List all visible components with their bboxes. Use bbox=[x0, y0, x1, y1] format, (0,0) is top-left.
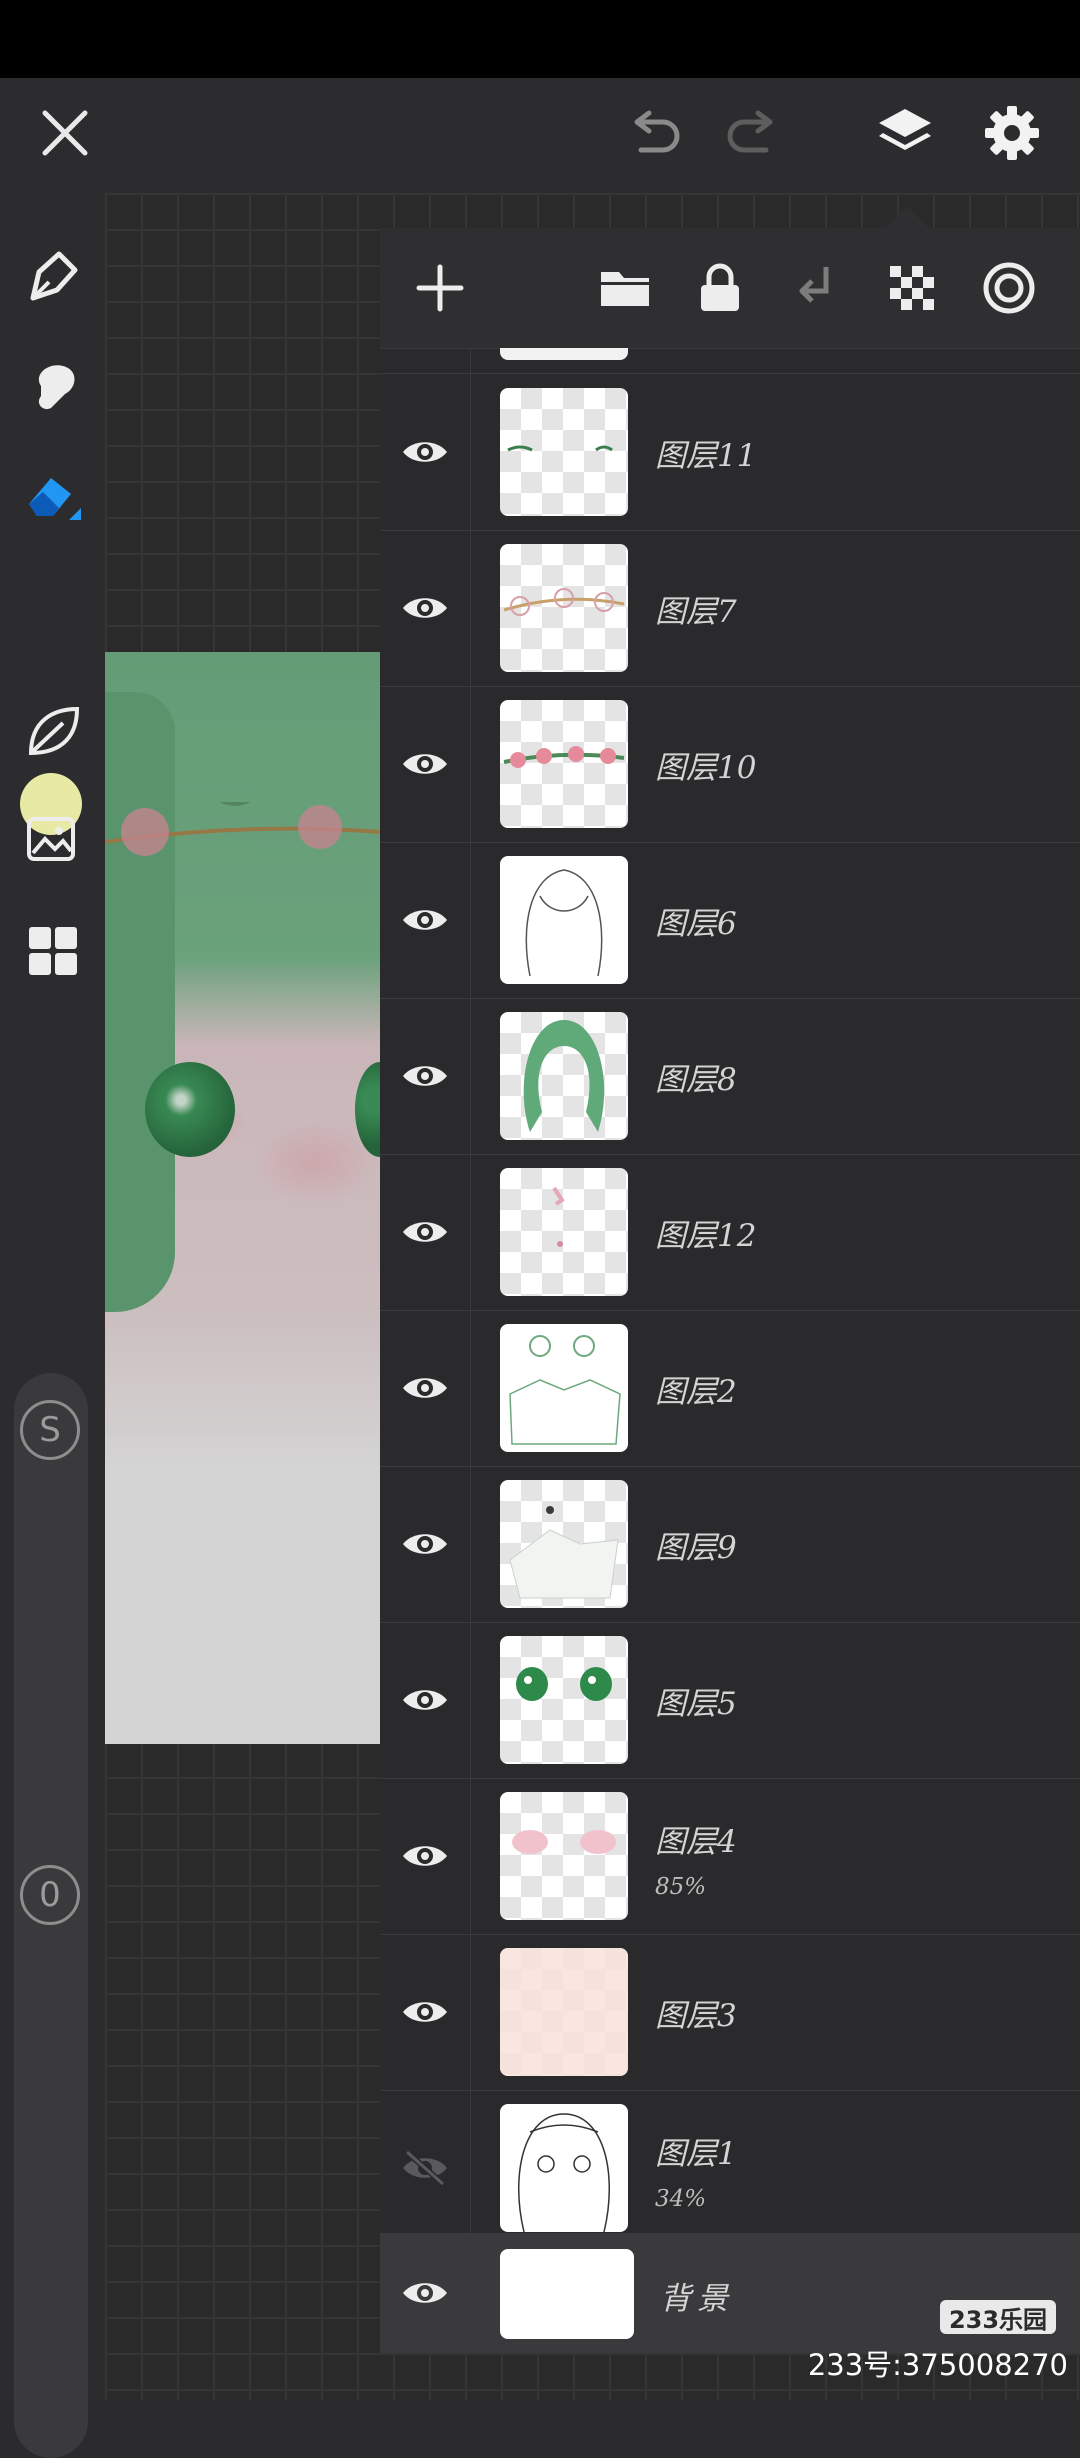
layer-thumbnail bbox=[500, 2104, 628, 2232]
eye-icon[interactable] bbox=[380, 1622, 470, 1778]
status-bar bbox=[0, 0, 1080, 78]
undo-icon[interactable] bbox=[620, 98, 690, 168]
layer-row[interactable]: 图层11 bbox=[380, 374, 1080, 531]
eye-icon[interactable] bbox=[380, 842, 470, 998]
merge-down-icon[interactable] bbox=[780, 253, 850, 323]
layer-thumbnail bbox=[500, 1480, 628, 1608]
layer-row[interactable]: 图层6 bbox=[380, 842, 1080, 999]
layer-thumbnail bbox=[500, 1636, 628, 1764]
layer-name: 图层10 bbox=[655, 750, 757, 786]
eye-icon[interactable] bbox=[380, 1310, 470, 1466]
layer-name: 图层5 bbox=[655, 1686, 737, 1722]
layer-thumbnail-partial bbox=[500, 348, 628, 360]
layer-name: 图层6 bbox=[655, 906, 737, 942]
target-icon[interactable] bbox=[974, 253, 1044, 323]
artwork-hair bbox=[105, 692, 175, 1312]
layer-row[interactable]: 背景 bbox=[380, 2233, 1080, 2353]
close-icon[interactable] bbox=[30, 98, 100, 168]
panel-pointer bbox=[885, 206, 929, 228]
layer-row[interactable]: 图层12 bbox=[380, 1154, 1080, 1311]
layer-opacity: 85% bbox=[655, 1874, 707, 1900]
image-icon[interactable] bbox=[15, 803, 90, 878]
layer-name: 图层11 bbox=[655, 438, 757, 474]
smudge-icon[interactable] bbox=[15, 348, 90, 423]
layer-thumbnail bbox=[500, 544, 628, 672]
pen-icon[interactable] bbox=[15, 238, 90, 313]
checkerboard-icon[interactable] bbox=[877, 253, 947, 323]
layer-name: 图层8 bbox=[655, 1062, 737, 1098]
layer-row[interactable]: 图层7 bbox=[380, 530, 1080, 687]
brush-size-badge: S bbox=[20, 1400, 80, 1460]
layers-icon[interactable] bbox=[868, 96, 942, 170]
layer-name: 图层4 bbox=[655, 1824, 737, 1860]
grid-icon[interactable] bbox=[15, 913, 90, 988]
eraser-icon[interactable] bbox=[15, 458, 90, 533]
brush-opacity-badge: 0 bbox=[20, 1865, 80, 1925]
layer-row[interactable]: 图层2 bbox=[380, 1310, 1080, 1467]
eye-icon[interactable] bbox=[380, 1466, 470, 1622]
layer-row[interactable]: 图层10 bbox=[380, 686, 1080, 843]
layer-name: 图层1 bbox=[655, 2136, 737, 2172]
layers-panel: 图层11 图层7 图层10 图层6 图层8 图层12 图层2 图层9 图层5 图… bbox=[380, 228, 1080, 2353]
layer-thumbnail bbox=[500, 2249, 634, 2339]
watermark-logo: 233乐园 bbox=[940, 2300, 1056, 2334]
artwork-eye bbox=[355, 1062, 380, 1157]
lock-icon[interactable] bbox=[685, 253, 755, 323]
layer-row[interactable]: 图层4 85% bbox=[380, 1778, 1080, 1935]
redo-icon[interactable] bbox=[717, 98, 787, 168]
layer-name: 图层9 bbox=[655, 1530, 737, 1566]
eye-icon[interactable] bbox=[380, 998, 470, 1154]
artwork-flower-crown bbox=[105, 802, 380, 856]
eye-icon[interactable] bbox=[380, 530, 470, 686]
layer-thumbnail bbox=[500, 1012, 628, 1140]
layer-thumbnail bbox=[500, 1168, 628, 1296]
top-toolbar bbox=[0, 78, 1080, 193]
eye-icon[interactable] bbox=[380, 1154, 470, 1310]
left-toolbar: S 0 bbox=[0, 193, 105, 2458]
watermark-id: 233号:375008270 bbox=[807, 2348, 1068, 2382]
eye-icon[interactable] bbox=[380, 686, 470, 842]
eye-icon[interactable] bbox=[380, 2233, 470, 2353]
artwork-eye bbox=[145, 1062, 235, 1157]
layer-opacity: 34% bbox=[655, 2186, 707, 2212]
layer-row[interactable]: 图层1 34% bbox=[380, 2090, 1080, 2247]
gear-icon[interactable] bbox=[975, 96, 1049, 170]
layer-thumbnail bbox=[500, 388, 628, 516]
layer-name: 图层3 bbox=[655, 1998, 737, 2034]
eye-icon[interactable] bbox=[380, 374, 470, 530]
layer-row[interactable]: 图层9 bbox=[380, 1466, 1080, 1623]
layer-thumbnail bbox=[500, 1948, 628, 2076]
eye-icon[interactable] bbox=[380, 1934, 470, 2090]
layer-row[interactable]: 图层3 bbox=[380, 1934, 1080, 2091]
artwork-canvas[interactable] bbox=[105, 652, 380, 1744]
layer-row[interactable]: 图层8 bbox=[380, 998, 1080, 1155]
folder-icon[interactable] bbox=[590, 253, 660, 323]
layer-name: 图层2 bbox=[655, 1374, 737, 1410]
layer-name: 背景 bbox=[660, 2281, 734, 2317]
leaf-icon[interactable] bbox=[15, 693, 90, 768]
layer-row[interactable]: 图层5 bbox=[380, 1622, 1080, 1779]
layers-panel-toolbar bbox=[380, 228, 1080, 349]
layer-thumbnail bbox=[500, 1324, 628, 1452]
eye-hidden-icon[interactable] bbox=[380, 2090, 470, 2246]
layer-thumbnail bbox=[500, 856, 628, 984]
layer-thumbnail bbox=[500, 700, 628, 828]
layer-name: 图层7 bbox=[655, 594, 737, 630]
plus-icon[interactable] bbox=[405, 253, 475, 323]
layer-name: 图层12 bbox=[655, 1218, 757, 1254]
layer-thumbnail bbox=[500, 1792, 628, 1920]
eye-icon[interactable] bbox=[380, 1778, 470, 1934]
